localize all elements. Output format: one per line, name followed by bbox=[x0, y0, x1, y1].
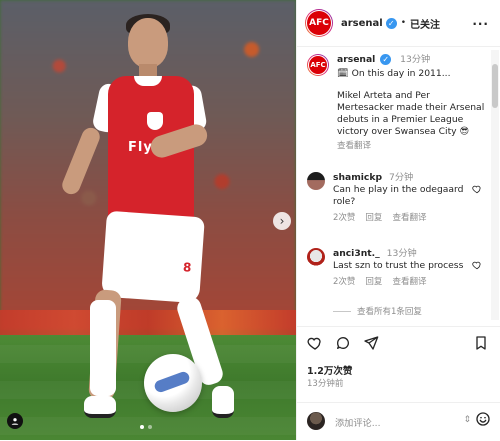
caption-username[interactable]: arsenal bbox=[337, 54, 375, 65]
bookmark-icon[interactable] bbox=[473, 335, 489, 351]
comment-text: Can he play in the odegaard role? bbox=[333, 184, 464, 207]
arsenal-crest bbox=[147, 112, 163, 130]
view-all-replies-text[interactable]: 查看所有1条回复 bbox=[357, 305, 422, 317]
player-head bbox=[128, 18, 168, 68]
comment-row: anci3nt._ 13分钟 Last szn to trust the pro… bbox=[307, 248, 492, 288]
comment-meta: 2次赞 回复 查看翻译 bbox=[333, 212, 473, 224]
comment-translate[interactable]: 查看翻译 bbox=[392, 276, 426, 288]
post-caption: AFC arsenal ✓ 13分钟 🗓 On this day in 2011… bbox=[307, 54, 487, 152]
caption-translate-link[interactable]: 查看翻译 bbox=[337, 140, 487, 152]
header-avatar-inner: AFC bbox=[306, 10, 332, 36]
comments-scrollbar[interactable] bbox=[491, 50, 499, 320]
shirt-sponsor-text: Fly bbox=[128, 140, 153, 155]
post-header: AFC arsenal ✓ • 已关注 ... bbox=[297, 0, 500, 47]
player-shorts: 8 bbox=[101, 210, 205, 304]
comment-username[interactable]: shamickp bbox=[333, 172, 382, 183]
comment-likes[interactable]: 2次赞 bbox=[333, 276, 355, 288]
my-avatar bbox=[307, 412, 325, 430]
player-boot-right bbox=[212, 386, 234, 418]
comment-top: anci3nt._ 13分钟 bbox=[333, 248, 473, 260]
comment-reply[interactable]: 回复 bbox=[365, 212, 382, 224]
comment-item: shamickp 7分钟 Can he play in the odegaard… bbox=[307, 172, 492, 224]
calendar-icon: 🗓 bbox=[337, 68, 349, 79]
emoji-icon[interactable] bbox=[475, 411, 491, 427]
header-username[interactable]: arsenal bbox=[341, 18, 383, 29]
caption-row: AFC arsenal ✓ 13分钟 🗓 On this day in 2011… bbox=[307, 54, 487, 152]
posted-time: 13分钟前 bbox=[307, 379, 344, 389]
caption-line2: Mikel Arteta and Per Mertesacker made th… bbox=[337, 90, 485, 137]
football bbox=[144, 354, 202, 412]
comment-avatar[interactable] bbox=[307, 248, 325, 266]
comment-avatar[interactable] bbox=[307, 172, 325, 190]
comment-icon[interactable] bbox=[335, 335, 351, 351]
action-icons bbox=[307, 335, 379, 351]
instagram-post-modal: Fly 8 › AFC arsenal ✓ • 已关注 ... AFC arse… bbox=[0, 0, 500, 440]
caption-line1: On this day in 2011... bbox=[351, 68, 451, 79]
comment-translate[interactable]: 查看翻译 bbox=[392, 212, 426, 224]
caption-top: arsenal ✓ 13分钟 bbox=[337, 54, 487, 66]
tagged-people-button[interactable] bbox=[7, 413, 23, 429]
carousel-dot bbox=[148, 425, 152, 429]
add-comment-input[interactable]: 添加评论... bbox=[335, 415, 381, 429]
view-all-replies[interactable]: 查看所有1条回复 bbox=[333, 305, 422, 317]
heart-icon[interactable] bbox=[472, 260, 482, 270]
player-arm-left bbox=[59, 125, 103, 197]
comment-time: 7分钟 bbox=[389, 172, 414, 183]
caption-avatar-ring[interactable]: AFC bbox=[307, 54, 329, 76]
heart-icon[interactable] bbox=[472, 184, 482, 194]
like-heart-icon[interactable] bbox=[307, 335, 323, 351]
add-comment-bar: 添加评论... ⇕ bbox=[297, 402, 500, 441]
player-sock-left bbox=[90, 300, 116, 396]
comment-time: 13分钟 bbox=[386, 248, 417, 259]
comment-row: shamickp 7分钟 Can he play in the odegaard… bbox=[307, 172, 492, 224]
player-boot-left bbox=[84, 396, 116, 418]
scroll-thumb[interactable] bbox=[492, 64, 498, 108]
player: Fly 8 bbox=[0, 0, 296, 440]
caption-time: 13分钟 bbox=[400, 54, 431, 65]
chevron-right-icon: › bbox=[279, 214, 285, 228]
arsenal-avatar: AFC bbox=[307, 11, 331, 35]
comment-body: shamickp 7分钟 Can he play in the odegaard… bbox=[333, 172, 473, 224]
header-avatar-ring[interactable]: AFC bbox=[305, 9, 333, 37]
caption-line1-row: 🗓 On this day in 2011... bbox=[337, 68, 487, 80]
updown-icon: ⇕ bbox=[463, 415, 471, 425]
comment-item: anci3nt._ 13分钟 Last szn to trust the pro… bbox=[307, 248, 492, 288]
verified-icon: ✓ bbox=[380, 54, 392, 65]
replies-divider bbox=[333, 310, 351, 312]
comment-text: Last szn to trust the process bbox=[333, 260, 464, 271]
carousel-dots bbox=[140, 425, 152, 429]
following-label[interactable]: 已关注 bbox=[410, 16, 440, 31]
more-options-button[interactable]: ... bbox=[472, 14, 489, 28]
comment-reply[interactable]: 回复 bbox=[365, 276, 382, 288]
header-separator: • bbox=[400, 18, 407, 28]
likes-count[interactable]: 1.2万次赞 bbox=[307, 363, 352, 377]
user-icon bbox=[11, 418, 19, 425]
next-media-button[interactable]: › bbox=[273, 212, 291, 230]
carousel-dot-active bbox=[140, 425, 144, 429]
shorts-number: 8 bbox=[182, 260, 192, 275]
comment-body: anci3nt._ 13分钟 Last szn to trust the pro… bbox=[333, 248, 473, 288]
comment-likes[interactable]: 2次赞 bbox=[333, 212, 355, 224]
comment-username[interactable]: anci3nt._ bbox=[333, 248, 380, 259]
caption-avatar-inner: AFC bbox=[308, 55, 328, 75]
caption-body: arsenal ✓ 13分钟 🗓 On this day in 2011... … bbox=[337, 54, 487, 152]
verified-icon: ✓ bbox=[385, 17, 397, 29]
post-media: Fly 8 › bbox=[0, 0, 296, 440]
post-sidebar: AFC arsenal ✓ • 已关注 ... AFC arsenal ✓ 13… bbox=[296, 0, 500, 440]
comment-meta: 2次赞 回复 查看翻译 bbox=[333, 276, 473, 288]
arsenal-avatar: AFC bbox=[309, 56, 327, 74]
comment-top: shamickp 7分钟 bbox=[333, 172, 473, 184]
share-icon[interactable] bbox=[363, 335, 379, 351]
